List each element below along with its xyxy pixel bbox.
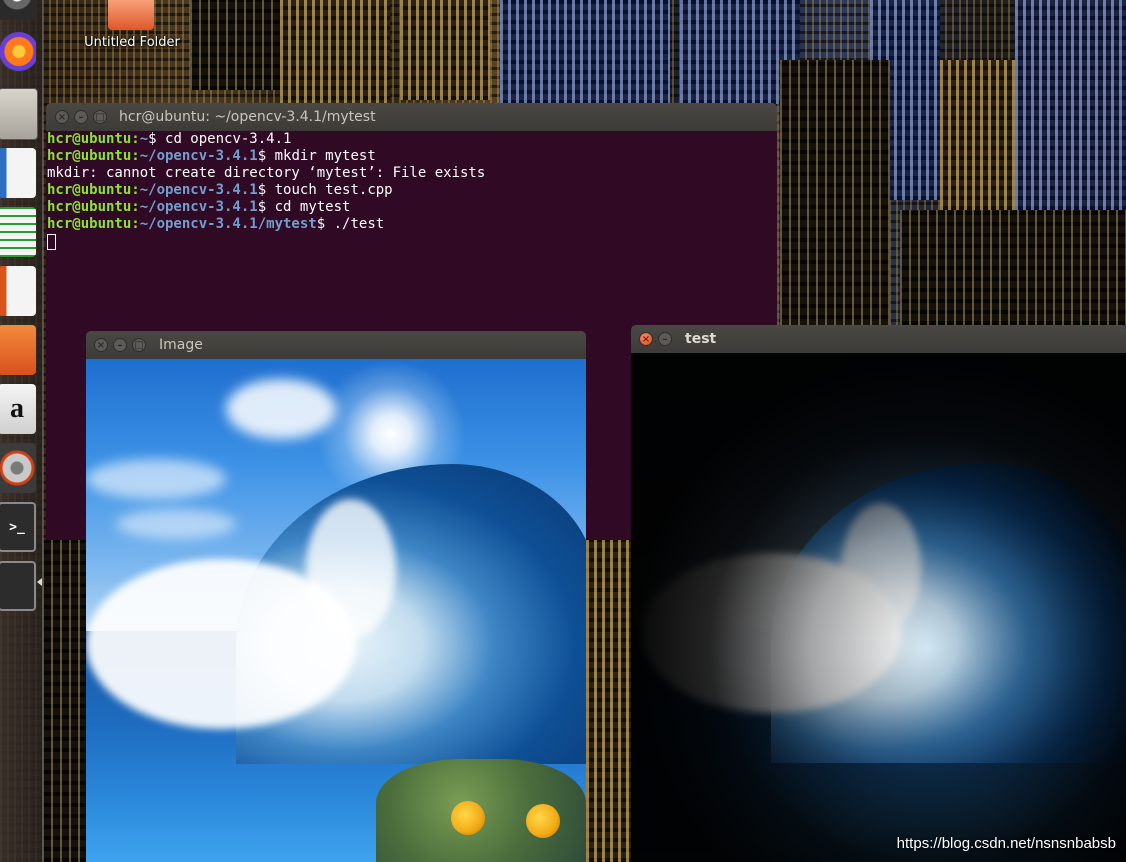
prompt-path: ~/opencv-3.4.1/mytest [139, 216, 317, 232]
firefox-icon[interactable] [0, 29, 36, 79]
terminal-message: mkdir: cannot create directory ‘mytest’:… [47, 165, 486, 181]
active-indicator [37, 578, 42, 586]
libreoffice-writer-icon[interactable] [0, 148, 36, 198]
terminal-line: hcr@ubuntu:~/opencv-3.4.1$ mkdir mytest [47, 148, 485, 165]
maximize-button[interactable]: □ [132, 338, 146, 352]
ubuntu-software-icon[interactable] [0, 325, 36, 375]
command-text: ./test [325, 216, 385, 232]
prompt-user: hcr@ubuntu: [47, 131, 140, 147]
image-titlebar[interactable]: × – □ Image [86, 331, 586, 359]
prompt-dollar: $ [257, 199, 267, 215]
minimize-button[interactable]: – [658, 332, 672, 346]
launcher: a >_ [0, 0, 43, 862]
prompt-path: ~ [139, 131, 149, 147]
terminal-icon-2[interactable] [0, 561, 36, 611]
amazon-icon[interactable]: a [0, 384, 36, 434]
prompt-path: ~/opencv-3.4.1 [139, 199, 258, 215]
libreoffice-impress-icon[interactable] [0, 266, 36, 316]
desktop-folder[interactable]: Untitled Folder [80, 0, 184, 56]
terminal-line: hcr@ubuntu:~/opencv-3.4.1/mytest$ ./test [47, 216, 485, 233]
image-canvas [86, 359, 586, 862]
watermark: https://blog.csdn.net/nsnsnbabsb [896, 835, 1116, 852]
image-window[interactable]: × – □ Image [86, 331, 586, 862]
command-text: cd opencv-3.4.1 [156, 131, 292, 147]
prompt-user: hcr@ubuntu: [47, 148, 140, 164]
dash-icon[interactable] [0, 0, 36, 20]
terminal-title: hcr@ubuntu: ~/opencv-3.4.1/mytest [119, 109, 376, 125]
close-button[interactable]: × [639, 332, 653, 346]
minimize-button[interactable]: – [113, 338, 127, 352]
terminal-glyph: >_ [9, 519, 25, 535]
maximize-button[interactable]: □ [93, 110, 107, 124]
prompt-path: ~/opencv-3.4.1 [139, 182, 258, 198]
files-icon[interactable] [0, 88, 38, 140]
command-text: mkdir mytest [266, 148, 376, 164]
prompt-dollar: $ [316, 216, 326, 232]
terminal-icon[interactable]: >_ [0, 502, 36, 552]
prompt-dollar: $ [257, 148, 267, 164]
close-button[interactable]: × [94, 338, 108, 352]
terminal-cursor [47, 234, 56, 250]
prompt-dollar: $ [257, 182, 267, 198]
libreoffice-calc-icon[interactable] [0, 207, 36, 257]
prompt-path: ~/opencv-3.4.1 [139, 148, 258, 164]
terminal-line: hcr@ubuntu:~/opencv-3.4.1$ touch test.cp… [47, 182, 485, 199]
minimize-button[interactable]: – [74, 110, 88, 124]
terminal-titlebar[interactable]: × – □ hcr@ubuntu: ~/opencv-3.4.1/mytest [46, 103, 777, 131]
amazon-glyph: a [10, 393, 24, 424]
terminal-line: mkdir: cannot create directory ‘mytest’:… [47, 165, 485, 182]
prompt-user: hcr@ubuntu: [47, 216, 140, 232]
prompt-user: hcr@ubuntu: [47, 199, 140, 215]
test-titlebar[interactable]: × – test [631, 325, 1126, 353]
close-button[interactable]: × [55, 110, 69, 124]
test-window[interactable]: × – test https://blog.csdn.net/nsnsnbabs… [631, 325, 1126, 862]
terminal-line: hcr@ubuntu:~/opencv-3.4.1$ cd mytest [47, 199, 485, 216]
terminal-line: hcr@ubuntu:~$ cd opencv-3.4.1 [47, 131, 485, 148]
prompt-dollar: $ [148, 131, 157, 147]
test-canvas [631, 353, 1126, 862]
desktop-folder-label: Untitled Folder [84, 35, 180, 50]
prompt-user: hcr@ubuntu: [47, 182, 140, 198]
command-text: touch test.cpp [266, 182, 393, 198]
cursor-line [47, 233, 485, 250]
image-window-title: Image [159, 337, 203, 353]
terminal-output: hcr@ubuntu:~$ cd opencv-3.4.1 hcr@ubuntu:… [47, 131, 485, 250]
folder-icon [108, 0, 154, 30]
command-text: cd mytest [266, 199, 351, 215]
test-window-title: test [685, 331, 717, 347]
system-settings-icon[interactable] [0, 443, 36, 493]
